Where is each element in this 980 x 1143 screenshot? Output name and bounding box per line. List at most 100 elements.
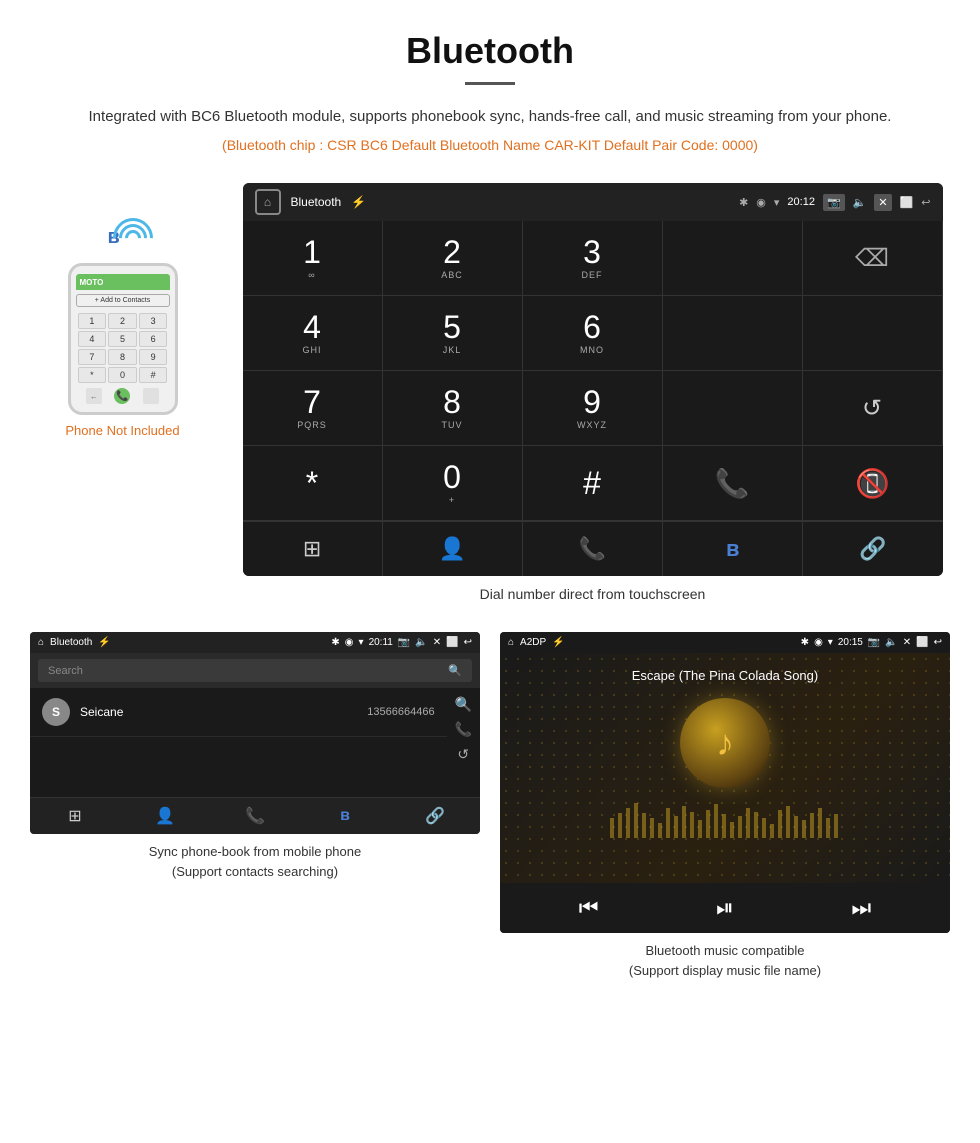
phone-app-label: MOTO: [80, 278, 104, 287]
phone-call-button: 📞: [114, 388, 130, 404]
pb-bottom-bt[interactable]: ʙ: [300, 806, 390, 826]
dial-key-8[interactable]: 8 TUV: [383, 371, 523, 446]
status-label: Bluetooth: [291, 195, 342, 209]
dial-key-3[interactable]: 3 DEF: [523, 221, 663, 296]
dial-backspace[interactable]: ⌫: [803, 221, 943, 296]
dial-status-bar: ⌂ Bluetooth ⚡ ✱ ◉ ▾ 20:12 📷 🔈 ✕ ⬜ ↩: [243, 183, 943, 221]
music-back-icon: ↩: [934, 637, 942, 648]
home-symbol: ⌂: [264, 195, 271, 209]
pb-status-bar: ⌂ Bluetooth ⚡ ✱ ◉ ▾ 20:11 📷 🔈 ✕ ⬜ ↩: [30, 632, 480, 653]
phone-key-2: 2: [108, 313, 137, 329]
phone-key-1: 1: [78, 313, 107, 329]
pb-contact-area: S Seicane 13566664466 🔍 📞 ↺: [30, 688, 480, 797]
time-display: 20:12: [787, 196, 815, 208]
phone-not-included-label: Phone Not Included: [65, 423, 179, 438]
music-caption: Bluetooth music compatible(Support displ…: [629, 941, 821, 980]
dial-key-0[interactable]: 0 +: [383, 446, 523, 521]
dial-screen: ⌂ Bluetooth ⚡ ✱ ◉ ▾ 20:12 📷 🔈 ✕ ⬜ ↩: [243, 183, 943, 576]
dial-empty-2: [663, 296, 803, 371]
bottom-grid-icon[interactable]: ⊞: [243, 522, 383, 576]
dial-screen-container: ⌂ Bluetooth ⚡ ✱ ◉ ▾ 20:12 📷 🔈 ✕ ⬜ ↩: [235, 183, 950, 612]
music-screenshot: ⌂ A2DP ⚡ ✱ ◉ ▾ 20:15 📷 🔈 ✕ ⬜ ↩: [500, 632, 950, 933]
dial-key-2[interactable]: 2 ABC: [383, 221, 523, 296]
music-next-icon[interactable]: ⏭: [851, 895, 871, 921]
bottom-contacts-icon[interactable]: 👤: [383, 522, 523, 576]
home-icon[interactable]: ⌂: [255, 189, 281, 215]
music-win-icon: ⬜: [916, 637, 928, 648]
header-description: Integrated with BC6 Bluetooth module, su…: [60, 105, 920, 129]
dial-empty-1: [663, 221, 803, 296]
pb-label: Bluetooth: [50, 637, 92, 648]
back-arrow-icon[interactable]: ↩: [921, 196, 930, 209]
phone-key-4: 4: [78, 331, 107, 347]
dial-key-5[interactable]: 5 JKL: [383, 296, 523, 371]
phonebook-caption: Sync phone-book from mobile phone(Suppor…: [149, 842, 361, 881]
dial-key-9[interactable]: 9 WXYZ: [523, 371, 663, 446]
pb-right-refresh-icon: ↺: [457, 746, 469, 763]
dial-empty-3: [803, 296, 943, 371]
wifi-icon-area: ʙ: [108, 218, 158, 258]
pb-bottom-contacts[interactable]: 👤: [120, 806, 210, 826]
call-green-icon: 📞: [715, 467, 750, 500]
bottom-call-icon[interactable]: 📞: [523, 522, 663, 576]
music-status-left: ⌂ A2DP ⚡: [508, 637, 565, 648]
music-song-title: Escape (The Pina Colada Song): [632, 668, 818, 683]
music-label: A2DP: [520, 637, 546, 648]
title-divider: [465, 82, 515, 85]
bottom-bluetooth-icon[interactable]: ʙ: [663, 522, 803, 576]
dial-call-green[interactable]: 📞: [663, 446, 803, 521]
phone-back-btn: ←: [86, 388, 102, 404]
dial-key-6[interactable]: 6 MNO: [523, 296, 663, 371]
music-bt-icon: ✱: [801, 637, 809, 648]
dial-refresh[interactable]: ↺: [803, 371, 943, 446]
dial-key-4[interactable]: 4 GHI: [243, 296, 383, 371]
close-icon[interactable]: ✕: [874, 194, 891, 211]
phone-key-8: 8: [108, 349, 137, 365]
pb-usb-icon: ⚡: [98, 637, 110, 648]
pb-bottom-grid[interactable]: ⊞: [30, 806, 120, 826]
music-close-icon: ✕: [903, 637, 911, 648]
phone-key-5: 5: [108, 331, 137, 347]
music-play-pause-icon[interactable]: ⏯: [716, 895, 734, 921]
dial-key-hash[interactable]: #: [523, 446, 663, 521]
phone-contacts-label: + Add to Contacts: [76, 294, 170, 307]
music-status-right: ✱ ◉ ▾ 20:15 📷 🔈 ✕ ⬜ ↩: [801, 637, 942, 648]
pb-cam-icon: 📷: [398, 637, 410, 648]
pb-search-input[interactable]: Search 🔍: [38, 659, 472, 682]
phone-illustration: ʙ MOTO + Add to Contacts 1 2 3 4 5 6: [30, 183, 215, 438]
music-status-bar: ⌂ A2DP ⚡ ✱ ◉ ▾ 20:15 📷 🔈 ✕ ⬜ ↩: [500, 632, 950, 653]
pb-back-icon: ↩: [464, 637, 472, 648]
pb-avatar: S: [42, 698, 70, 726]
bluetooth-info: (Bluetooth chip : CSR BC6 Default Blueto…: [60, 137, 920, 153]
dial-key-1[interactable]: 1 ∞: [243, 221, 383, 296]
camera-icon[interactable]: 📷: [823, 194, 845, 211]
bottom-link-icon[interactable]: 🔗: [803, 522, 942, 576]
dial-empty-4: [663, 371, 803, 446]
usb-icon: ⚡: [351, 195, 366, 209]
pb-bottom-bar: ⊞ 👤 📞 ʙ 🔗: [30, 797, 480, 834]
music-note-icon: ♪: [716, 722, 734, 764]
music-controls: ⏮ ⏯ ⏭: [500, 883, 950, 933]
window-icon[interactable]: ⬜: [900, 196, 914, 209]
pb-right-call-icon: 📞: [455, 721, 472, 738]
middle-section: ʙ MOTO + Add to Contacts 1 2 3 4 5 6: [0, 173, 980, 622]
phone-key-7: 7: [78, 349, 107, 365]
music-album-art: ♪: [680, 698, 770, 788]
dial-key-star[interactable]: *: [243, 446, 383, 521]
dial-call-red[interactable]: 📵: [803, 446, 943, 521]
bluetooth-status-icon: ✱: [739, 196, 748, 209]
pb-contact-row[interactable]: S Seicane 13566664466: [30, 688, 447, 737]
dial-key-7[interactable]: 7 PQRS: [243, 371, 383, 446]
pb-vol-icon: 🔈: [415, 637, 427, 648]
pb-bottom-call[interactable]: 📞: [210, 806, 300, 826]
music-prev-icon[interactable]: ⏮: [579, 895, 599, 921]
music-time: 20:15: [838, 637, 863, 648]
pb-bottom-link[interactable]: 🔗: [390, 806, 480, 826]
phone-key-hash: #: [139, 367, 168, 383]
volume-icon[interactable]: 🔈: [853, 196, 867, 209]
pb-search-placeholder: Search: [48, 665, 83, 677]
pb-close-icon: ✕: [433, 637, 441, 648]
phone-top-bar: MOTO: [76, 274, 170, 290]
music-loc-icon: ◉: [814, 637, 823, 648]
pb-home-icon: ⌂: [38, 637, 44, 648]
